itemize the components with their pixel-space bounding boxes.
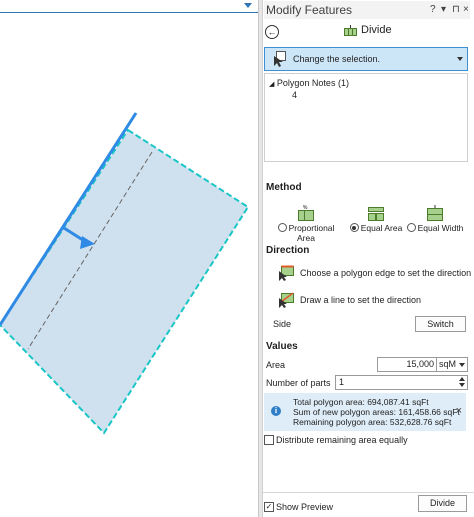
info-close-icon[interactable]: × [456,405,462,417]
area-unit-select[interactable]: sqM [436,357,468,372]
draw-line-option[interactable]: Draw a line to set the direction [278,292,421,308]
unit-chevron-down-icon[interactable] [459,363,465,367]
area-info-message: i Total polygon area: 694,087.41 sqFt Su… [264,393,466,431]
back-icon[interactable]: ← [265,25,279,39]
map-view[interactable] [0,0,258,517]
choose-edge-label: Choose a polygon edge to set the directi… [300,268,472,278]
method-heading: Method [266,182,302,193]
method-option-proportional[interactable]: % Proportional Area [268,205,344,243]
draw-line-label: Draw a line to set the direction [300,295,422,305]
close-icon[interactable]: × [463,4,469,15]
values-heading: Values [266,341,298,352]
parts-value: 1 [339,377,345,387]
show-preview-label: Show Preview [276,502,334,512]
direction-heading: Direction [266,245,310,256]
help-icon[interactable]: ? [430,4,436,15]
options-dropdown-icon[interactable]: ▾ [441,4,446,15]
stepper-up-icon[interactable] [459,377,465,381]
total-area-text: Total polygon area: 694,087.41 sqFt [293,397,429,407]
draw-line-icon [279,292,294,308]
change-selection-label: Change the selection. [293,54,381,64]
equal-width-icon [427,205,443,221]
change-selection-button[interactable]: Change the selection. [264,47,468,71]
pane-title: Modify Features [266,3,353,17]
footer-divider [262,492,474,493]
parts-stepper[interactable]: 1 [335,375,468,390]
distribute-checkbox[interactable] [264,435,274,445]
collapse-triangle-icon[interactable]: ◢ [269,81,274,88]
stepper-down-icon[interactable] [459,383,465,387]
divide-button[interactable]: Divide [418,495,467,512]
area-label: Area [266,360,286,370]
method-option-equal-width[interactable]: Equal Width [406,205,464,233]
pane-title-bar: Modify Features ? ▾ ⊓ × [264,1,470,19]
area-unit-value: sqM [439,359,457,369]
info-icon: i [271,406,281,416]
divide-tool-icon [344,24,357,36]
equal-width-radio[interactable] [406,223,416,232]
chevron-down-icon[interactable] [457,57,463,61]
parts-label: Number of parts [266,378,331,388]
equal-area-radio[interactable] [349,223,359,232]
selection-cursor-icon [274,51,286,67]
equal-width-label: Equal Width [417,223,464,233]
tool-title: Divide [344,24,392,36]
polygon-feature[interactable] [0,128,250,435]
distribute-label: Distribute remaining area equally [276,435,408,445]
side-label: Side [273,319,292,329]
tree-feature-row[interactable]: 4 [292,90,297,100]
equal-area-label: Equal Area [360,223,403,233]
remaining-area-text: Remaining polygon area: 532,628.76 sqFt [293,417,452,427]
tool-title-label: Divide [361,24,392,36]
tree-layer-row[interactable]: ◢ Polygon Notes (1) [269,78,349,88]
area-input[interactable]: 15,000 [377,357,437,372]
choose-edge-option[interactable]: Choose a polygon edge to set the directi… [278,265,471,281]
pin-icon[interactable]: ⊓ [452,4,460,15]
proportional-area-icon: % [298,205,314,221]
switch-button[interactable]: Switch [415,316,466,332]
selection-tree: ◢ Polygon Notes (1) 4 [264,73,468,162]
sum-new-area-text: Sum of new polygon areas: 161,458.66 sqF… [293,407,460,417]
info-text: Total polygon area: 694,087.41 sqFt Sum … [293,397,460,427]
method-option-equal-area[interactable]: Equal Area [347,205,405,233]
proportional-radio[interactable] [277,223,287,232]
tree-layer-label: Polygon Notes (1) [276,78,349,88]
equal-area-icon [368,207,384,221]
choose-edge-icon [279,265,294,281]
proportional-label: Proportional Area [288,223,335,243]
show-preview-checkbox[interactable]: ✓ [264,502,274,512]
svg-text:%: % [303,205,308,211]
map-canvas[interactable] [0,0,258,517]
